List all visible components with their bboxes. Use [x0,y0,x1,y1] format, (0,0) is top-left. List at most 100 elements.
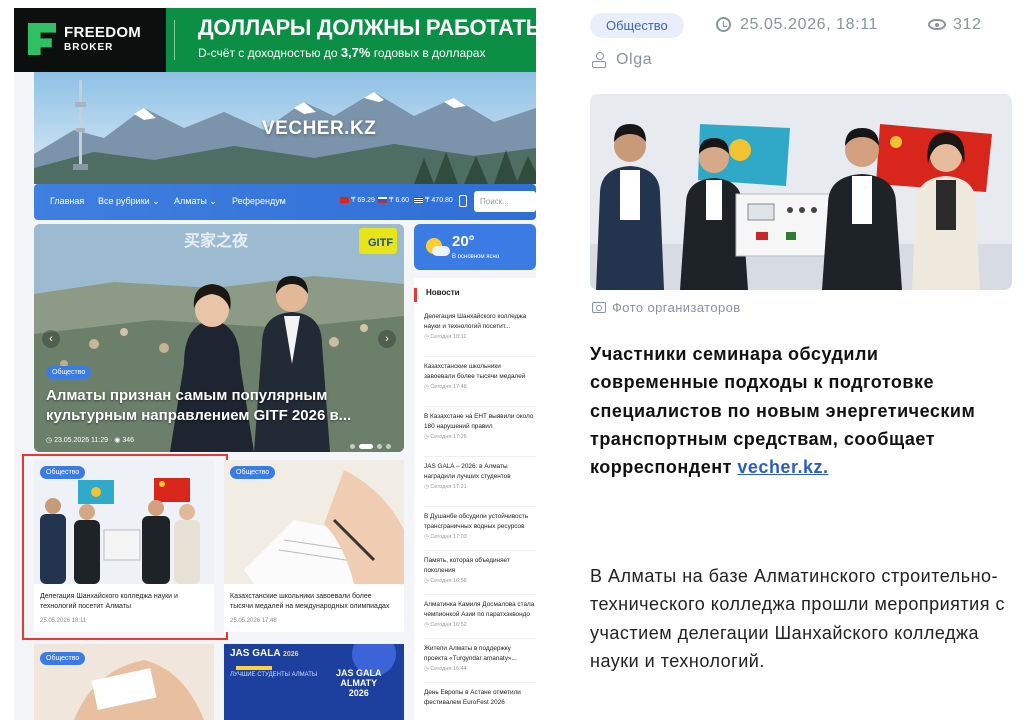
freedom-broker-ad[interactable]: FREEDOM BROKER ДОЛЛАРЫ ДОЛЖНЫ РАБОТАТЬ D… [14,8,536,72]
divider [424,506,536,507]
ad-rate: 3,7% [340,45,371,60]
nav-almaty-label: Алматы [174,196,207,206]
nav-item-referendum[interactable]: Референдум [232,196,286,206]
news-card-third[interactable]: Общество [34,644,214,720]
news-item[interactable]: В Казахстане на ЕНТ выявили около 180 нар… [424,412,536,440]
news-item-title: 180 нарушений правил [424,422,493,430]
poster-jas-gala: JAS GALA [230,648,281,659]
slider-dots[interactable] [350,436,395,452]
article-category-badge[interactable]: Общество [590,13,684,38]
news-item-title: трансграничных водных ресурсов [424,522,525,530]
news-item-title: В Казахстане на ЕНТ выявили около [424,413,534,420]
rate-cny-value: 69.29 [357,197,375,204]
news-time-text: Сегодня 17:48 [430,384,467,390]
card-title: Казахстанские школьники завоевали более т… [230,592,389,612]
card-category-badge[interactable]: Общество [40,652,86,665]
nav-item-rubrics[interactable]: Все рубрики ⌄ [98,196,160,207]
article-photo[interactable] [590,94,1012,290]
news-item-time: ◷ Сегодня 16:58 [424,578,467,584]
article-lead: Участники семинара обсудили современные … [590,340,1010,481]
card-title-line: тысячи медалей на международных олимпиад… [230,603,390,610]
news-item-title: поколения [424,566,456,574]
photo-caption-text: Фото организаторов [612,300,741,315]
usa-flag-icon [414,197,423,203]
article-author[interactable]: Olga [592,51,652,69]
divider [424,682,536,683]
search-input[interactable]: Поиск... [474,191,536,212]
logo-line1: FREEDOM [64,24,142,41]
article-datetime-text: 25.05.2026, 18:11 [740,16,879,33]
source-link[interactable]: vecher.kz. [737,457,828,477]
logo-line2: BROKER [64,42,114,53]
card-category-badge[interactable]: Общество [230,466,276,479]
rate-usd: ₸ 470.80 [414,196,453,204]
poster-year: 2026 [282,651,299,658]
gitf-sign: GITF [368,237,393,249]
russia-flag-icon [378,197,387,203]
hero-category-badge[interactable]: Общество [46,366,92,379]
news-item[interactable]: День Европы в Астане отметили фестивалем … [424,688,536,707]
news-item[interactable]: Казахстанские школьники завоевали более т… [424,362,536,390]
cloud-icon [432,246,450,256]
clock-icon: ◷ [46,437,53,444]
news-item-time: ◷ Сегодня 17:48 [424,384,467,390]
ad-sub-text: D-счёт с доходностью до [198,46,341,60]
hero-slider[interactable]: GITF 买家之夜 ‹ › Общество Алматы признан са… [34,224,404,452]
article-datetime: 25.05.2026, 18:11 [716,16,878,34]
news-header: Новости [414,288,536,302]
hero-meta: ◷ 23.05.2026 11:29 · ◉ 346 [46,437,135,444]
news-item-time: ◷ Сегодня 17:03 [424,534,467,540]
ad-sub-text-end: годовых в долларах [370,46,486,60]
rate-rub-value: 6.60 [395,197,410,204]
eye-icon: ◉ [114,437,121,444]
card-date: 25.05.2026 17:48 [230,618,277,624]
news-item[interactable]: Делегация Шанхайского колледжа науки и те… [424,312,536,340]
china-flag-icon [340,197,349,203]
news-item-time: ◷ Сегодня 16:52 [424,622,467,628]
news-item-title: наградили лучших студентов [424,472,511,480]
ad-divider [174,20,175,60]
article-views: 312 [928,16,982,34]
freedom-logo-icon [28,23,56,55]
nav-item-home[interactable]: Главная [50,196,84,206]
news-item-title: В Душанбе обсудили устойчивость [424,513,529,520]
news-item-title: завоевали более тысячи медалей [424,372,526,380]
news-item-title: Алматинка Камиля Досмалова стала [424,601,535,608]
poster-logo-l3: 2026 [348,688,369,698]
site-header-banner[interactable]: VECHER.KZ [34,72,536,184]
slider-next-button[interactable]: › [378,330,396,348]
article-body: В Алматы на базе Алматинского строительн… [590,566,1005,672]
news-item[interactable]: В Душанбе обсудили устойчивость трансгран… [424,512,536,540]
weather-temp: 20° [452,233,475,250]
notification-icon[interactable] [459,195,467,207]
weather-widget[interactable]: 20° В основном ясно [414,224,536,270]
news-item-title: чемпионкой Азии по паратхэквондо [424,610,530,618]
hero-title[interactable]: Алматы признан самым популярным культурн… [46,386,386,426]
composite-screenshot: FREEDOM BROKER ДОЛЛАРЫ ДОЛЖНЫ РАБОТАТЬ D… [0,0,1032,720]
news-item[interactable]: Алматинка Камиля Досмалова стала чемпионк… [424,600,536,628]
news-item[interactable]: JAS GALA – 2026: в Алматы наградили лучши… [424,462,536,490]
news-item-time: ◷ Сегодня 18:11 [424,334,467,340]
news-card-olympiads[interactable]: Общество Казахстанские школьники завоева… [224,460,404,632]
nav-item-almaty[interactable]: Алматы ⌄ [174,196,217,207]
news-item-title: Казахстанские школьники [424,363,501,370]
divider [424,638,536,639]
news-feed: Новости Делегация Шанхайского колледжа на… [414,278,536,720]
news-item-title: проекта «Turgyndar amanaty»... [424,654,517,662]
slider-prev-button[interactable]: ‹ [42,330,60,348]
poster-logo-l1: JAS GALA [336,668,382,678]
news-item-time: ◷ Сегодня 17:21 [424,484,467,490]
card-title-line: Казахстанские школьники завоевали более [230,593,372,600]
eye-icon [928,19,946,30]
news-item[interactable]: Жители Алматы в поддержку проекта «Turgyn… [424,644,536,672]
nav-rubrics-label: Все рубрики [98,196,150,206]
user-icon [592,52,608,69]
poster-subtext: ЛУЧШИЕ СТУДЕНТЫ АЛМАТЫ [230,672,318,678]
ad-headline: ДОЛЛАРЫ ДОЛЖНЫ РАБОТАТЬ [198,15,536,40]
news-item[interactable]: Память, которая объединяет поколения ◷ Сег… [424,556,536,584]
news-item-time: ◷ Сегодня 17:26 [424,434,467,440]
news-time-text: Сегодня 16:58 [430,578,467,584]
news-card-jas-gala[interactable]: JAS GALA 2026 ЛУЧШИЕ СТУДЕНТЫ АЛМАТЫ JAS… [224,644,404,720]
news-item-title: Память, которая объединяет [424,557,510,564]
news-item-title: науки и технологий посетит... [424,322,511,330]
